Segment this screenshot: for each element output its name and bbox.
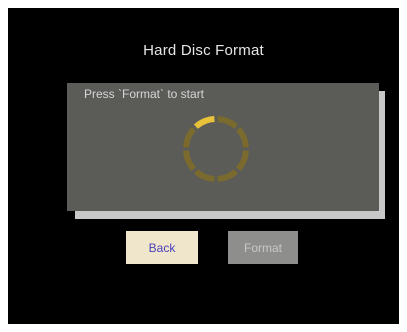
progress-segment bbox=[183, 150, 197, 172]
format-button[interactable]: Format bbox=[228, 231, 298, 264]
progress-segment bbox=[235, 126, 249, 148]
progress-segment bbox=[235, 150, 249, 172]
progress-ring-icon bbox=[183, 116, 249, 182]
dialog-title: Hard Disc Format bbox=[143, 42, 264, 59]
format-panel: Press `Format` to start bbox=[67, 83, 379, 211]
progress-segment bbox=[183, 126, 197, 148]
instruction-text: Press `Format` to start bbox=[84, 87, 205, 101]
progress-segment bbox=[193, 168, 215, 182]
progress-segment bbox=[217, 116, 239, 130]
tv-display: Hard Disc Format Press `Format` to start… bbox=[8, 8, 399, 324]
progress-segment bbox=[217, 168, 239, 182]
back-button[interactable]: Back bbox=[126, 231, 198, 264]
screen: Hard Disc Format Press `Format` to start… bbox=[0, 0, 407, 332]
progress-segment-active bbox=[193, 116, 215, 130]
